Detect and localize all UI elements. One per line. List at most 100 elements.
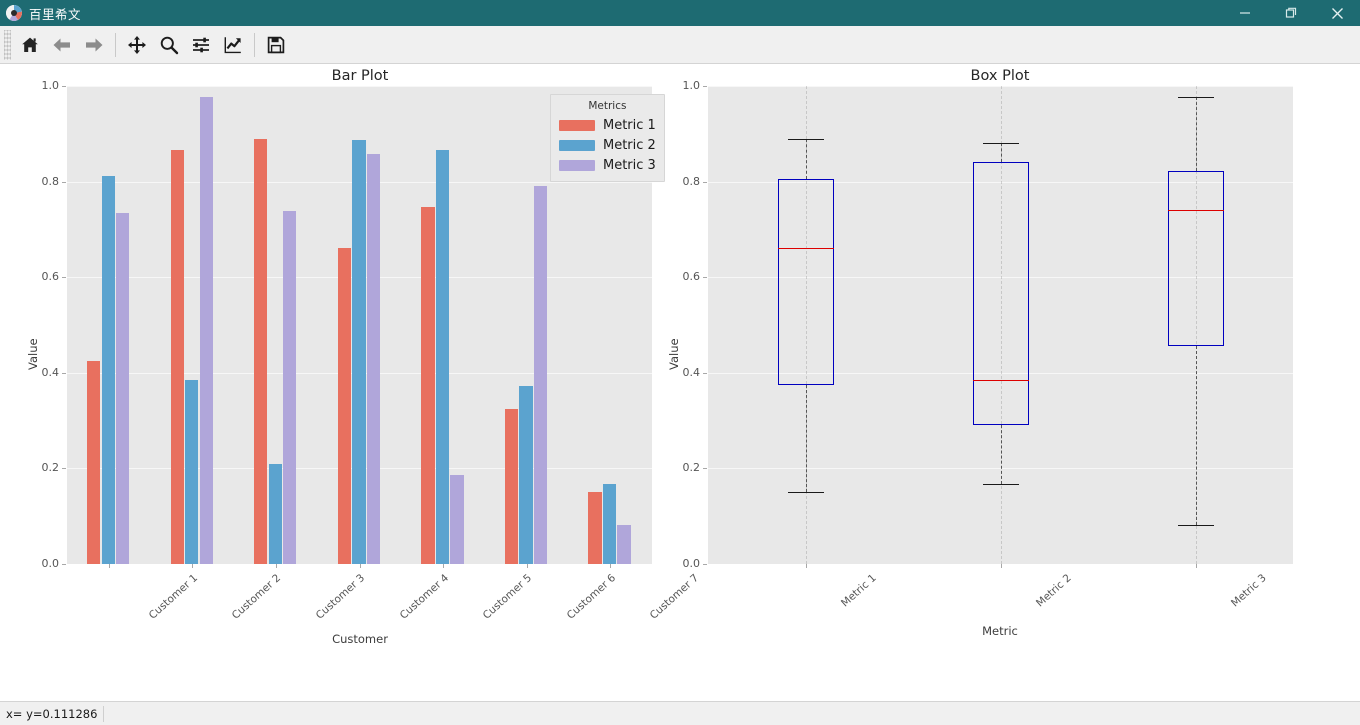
legend-label: Metric 2 [603,137,656,153]
save-floppy-icon[interactable] [260,29,292,61]
y-tick-label: 0.6 [682,270,701,284]
y-tick-mark [62,277,66,278]
minimize-icon[interactable] [1222,0,1268,26]
y-tick-mark [62,86,66,87]
edit-curve-icon[interactable] [217,29,249,61]
bar [116,212,130,564]
y-tick-label: 1.0 [682,79,701,92]
y-tick-label: 0.4 [682,365,701,379]
legend-label: Metric 3 [603,157,656,173]
x-tick-mark [1196,564,1197,568]
y-tick-label: 0.0 [682,557,701,570]
bar [170,150,184,564]
bar [617,524,631,564]
legend-swatch [559,159,595,171]
y-tick-mark [703,182,707,183]
figure-canvas[interactable]: Bar Plot Value Customer 0.0 0.2 0.4 0.6 0.8 1… [0,64,1360,701]
x-tick-label: Customer 4 [397,572,451,622]
legend-entry: Metric 1 [559,115,656,135]
box-whisker-cap [787,139,824,140]
bar [519,386,533,564]
close-icon[interactable] [1314,0,1360,26]
y-tick-label: 0.0 [41,557,60,570]
zoom-magnifier-icon[interactable] [153,29,185,61]
legend-label: Metric 1 [603,117,656,133]
box-whisker [806,384,807,492]
home-icon[interactable] [14,29,46,61]
bar-plot-legend[interactable]: Metrics Metric 1 Metric 2 Metric 3 [550,94,665,182]
bar [602,483,617,564]
back-arrow-icon[interactable] [46,29,78,61]
x-tick-label: Customer 1 [146,572,200,622]
box-whisker [1001,424,1002,484]
y-tick-label: 0.4 [41,365,60,379]
title-bar: 百里希文 [0,0,1360,26]
bar [504,409,519,564]
gridline [67,86,652,87]
y-tick-mark [62,564,66,565]
bar [588,491,602,564]
x-tick-mark [109,564,110,568]
bar [254,138,268,564]
x-tick-mark [360,564,361,568]
x-tick-label: Customer 7 [647,572,702,622]
box-median-line [972,380,1029,381]
box-plot-title: Box Plot [970,68,1030,84]
x-tick-label: Metric 1 [838,572,879,610]
x-tick-label: Customer 6 [564,572,618,622]
y-tick-label: 0.8 [41,174,60,188]
box [777,178,834,385]
legend-entries: Metric 1 Metric 2 Metric 3 [559,115,656,175]
y-tick-mark [703,373,707,374]
bar [199,96,213,564]
x-tick-mark [443,564,444,568]
matplotlib-figure-window: 百里希文 Bar Plot Value Customer 0.0 0.2 0.4… [0,0,1360,725]
y-tick-mark [703,468,707,469]
matplotlib-logo-icon [6,5,22,21]
toolbar-drag-handle[interactable] [4,29,11,60]
bar [337,248,352,564]
box-plot-x-axis-label: Metric [982,624,1018,638]
configure-subplots-icon[interactable] [185,29,217,61]
box-whisker-cap [982,484,1019,485]
bar [268,463,282,564]
y-tick-mark [62,373,66,374]
navigation-toolbar [0,26,1360,64]
x-tick-label: Customer 3 [313,572,367,622]
box-whisker [806,138,807,179]
forward-arrow-icon[interactable] [78,29,110,61]
bar [435,150,450,564]
legend-entry: Metric 3 [559,155,656,175]
box-median-line [777,248,834,249]
bar-plot-x-axis-label: Customer [332,632,388,646]
legend-title: Metrics [588,100,627,112]
bar [101,175,115,564]
box-whisker-cap [1177,525,1214,526]
y-tick-label: 0.2 [41,461,60,475]
x-tick-label: Customer 2 [230,572,284,622]
y-tick-mark [62,468,66,469]
x-tick-mark [192,564,193,568]
toolbar-separator [115,32,116,57]
box-whisker [1001,143,1002,163]
x-tick-mark [1001,564,1002,568]
legend-swatch [559,139,595,151]
bar [366,154,381,564]
pan-move-icon[interactable] [121,29,153,61]
bar [421,207,435,564]
x-tick-label: Customer 5 [480,572,535,622]
bar [185,379,199,564]
bar [352,140,366,564]
figure-root: Bar Plot Value Customer 0.0 0.2 0.4 0.6 0.8 1… [0,64,1360,725]
x-tick-mark [276,564,277,568]
legend-entry: Metric 2 [559,135,656,155]
maximize-icon[interactable] [1268,0,1314,26]
bar [87,360,101,564]
y-tick-label: 0.6 [41,270,60,284]
legend-swatch [559,119,595,131]
box-whisker [1196,96,1197,172]
y-tick-mark [703,86,707,87]
y-tick-label: 0.8 [682,174,701,188]
bar [533,185,548,564]
box-whisker-cap [1177,97,1214,98]
